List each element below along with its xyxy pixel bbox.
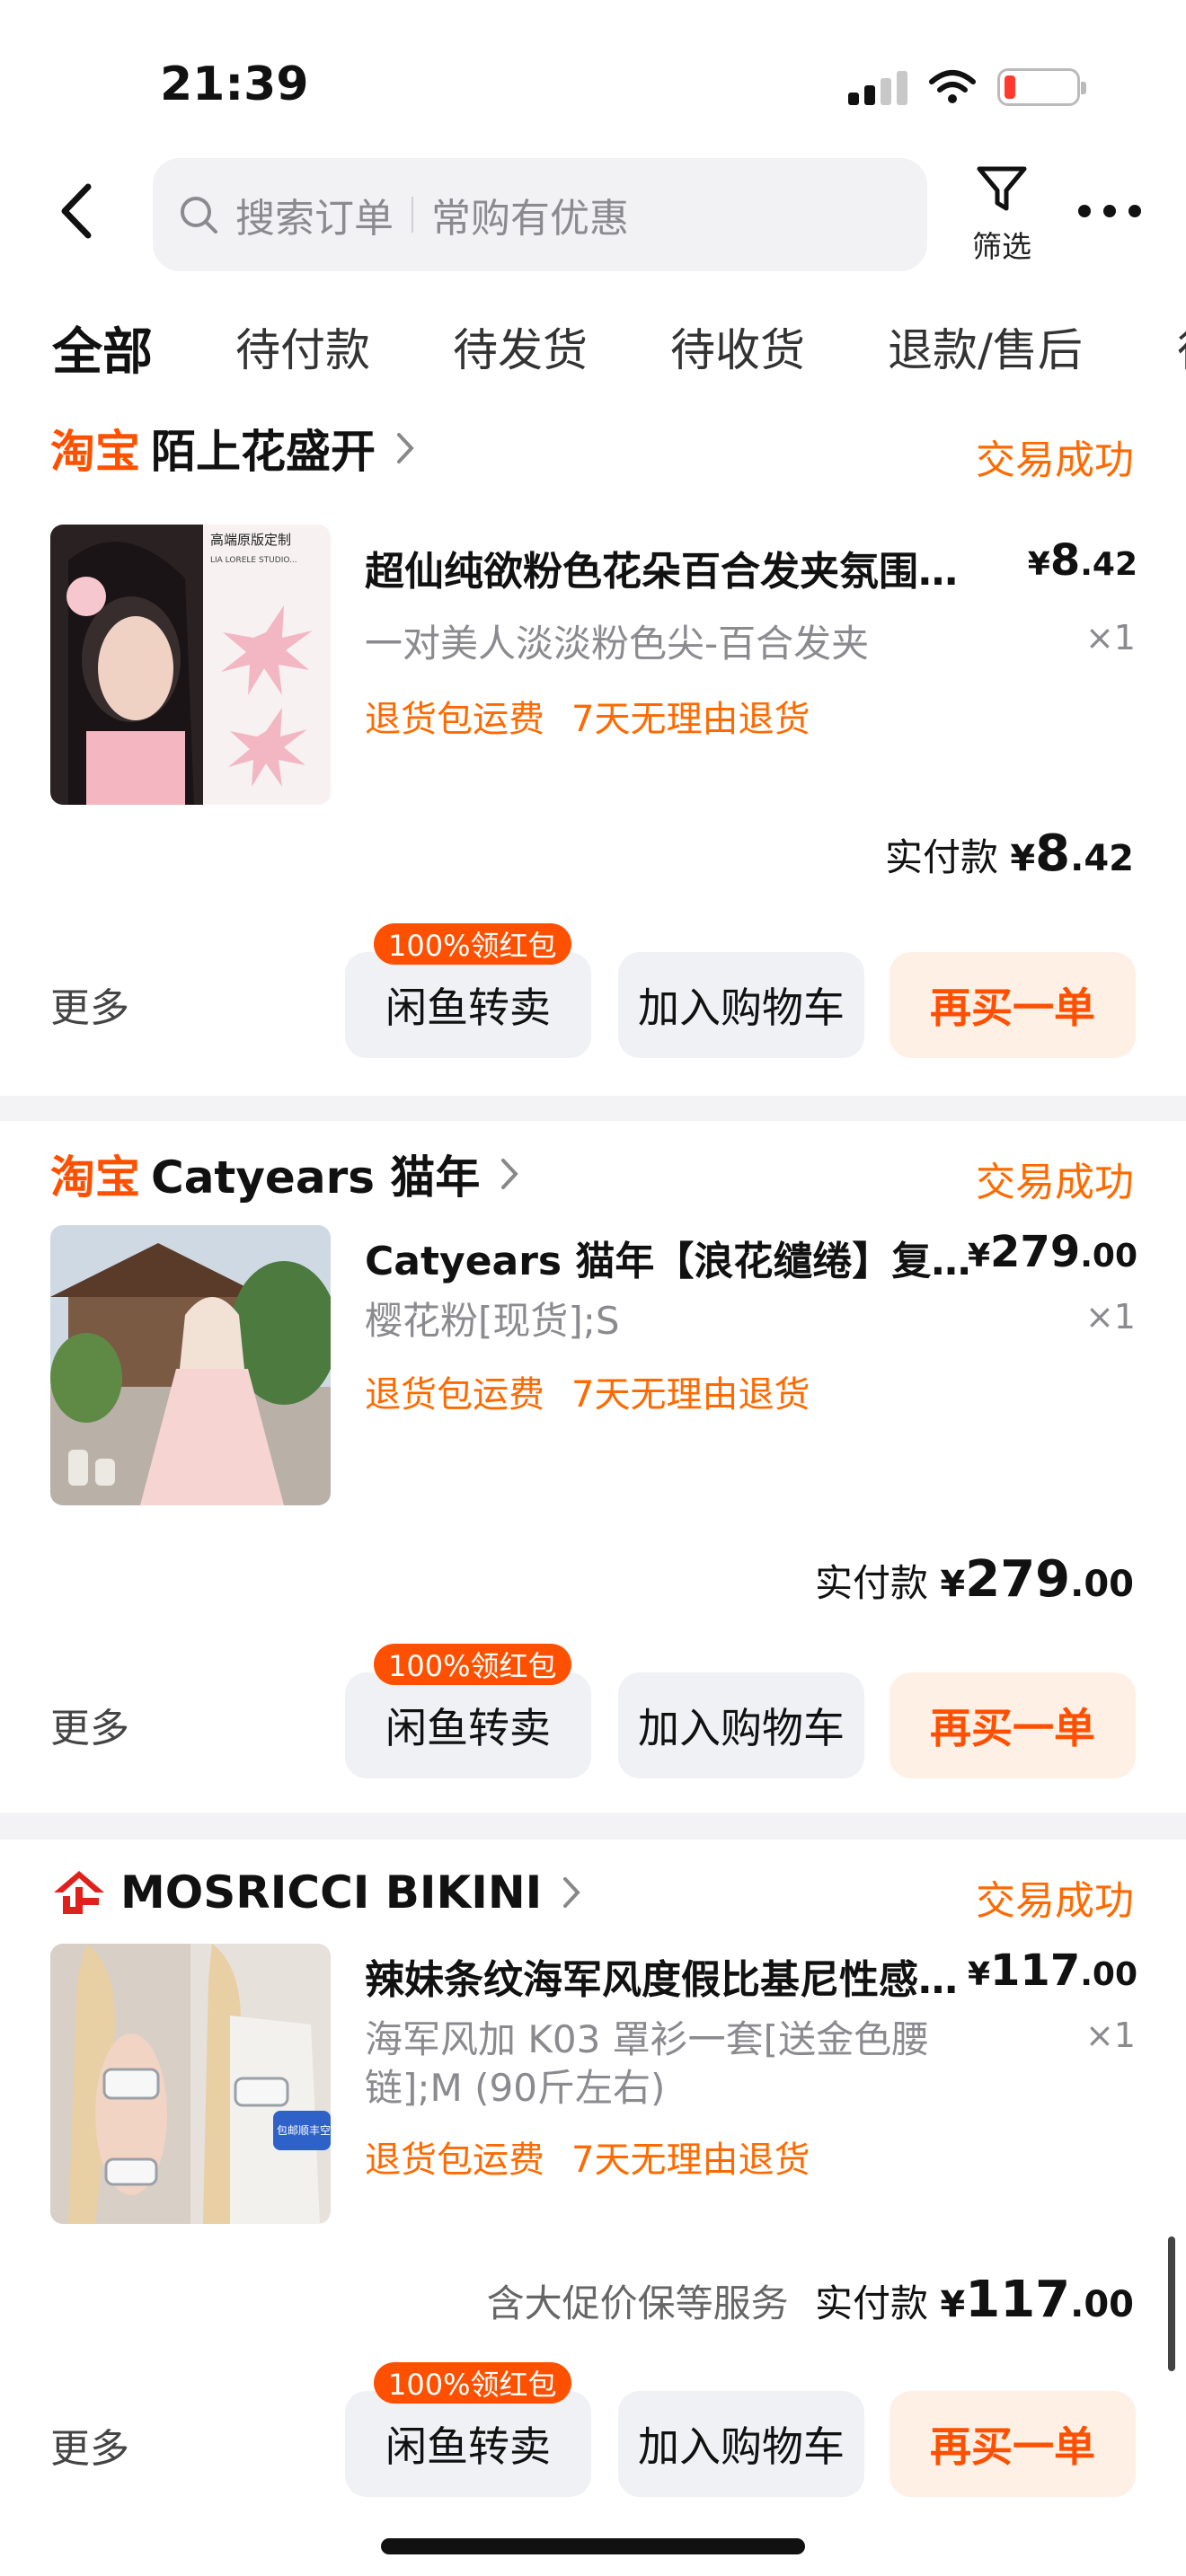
filter-icon [977, 166, 1027, 211]
shop-name: Catyears 猫年 [151, 1151, 481, 1204]
resell-button[interactable]: 闲鱼转卖 [345, 1672, 591, 1778]
search-placeholder: 搜索订单 [235, 196, 394, 242]
status-icons [848, 68, 1086, 106]
tag-free-return: 退货包运费 [365, 1374, 544, 1416]
product-price: ¥279.00 [967, 1227, 1137, 1277]
red-packet-badge: 100%领红包 [374, 1644, 571, 1685]
add-to-cart-button[interactable]: 加入购物车 [618, 952, 864, 1058]
filter-button[interactable]: 筛选 [961, 162, 1042, 266]
product-spec: 樱花粉[现货];S [365, 1299, 620, 1343]
product-thumbnail[interactable]: 包邮顺丰空运 [50, 1944, 331, 2224]
product-title[interactable]: Catyears 猫年【浪花缱绻】复古连衣裙 [365, 1229, 976, 1286]
back-icon[interactable] [54, 180, 99, 243]
paid-amount: 实付款 ¥8.42 [884, 825, 1134, 883]
product-thumbnail[interactable] [50, 1225, 331, 1505]
more-button[interactable]: 更多 [50, 1696, 129, 1753]
tab-pending-shipment[interactable]: 待发货 [453, 314, 588, 379]
resell-button[interactable]: 闲鱼转卖 [345, 2391, 591, 2497]
product-price: ¥117.00 [967, 1945, 1137, 1996]
battery-icon [997, 68, 1086, 106]
more-button[interactable]: 更多 [50, 975, 129, 1033]
shop-header[interactable]: 淘宝 陌上花盛开 [50, 417, 419, 480]
resell-button[interactable]: 闲鱼转卖 [345, 952, 591, 1058]
price-protection-service: 含大促价保等服务 [486, 2281, 789, 2325]
product-thumbnail[interactable]: 高端原版定制 LIA LORELE STUDIO... [50, 525, 331, 805]
tag-7day-return: 7天无理由退货 [571, 699, 810, 740]
wifi-icon [929, 70, 976, 103]
tab-pending-payment[interactable]: 待付款 [235, 314, 370, 379]
order-card: 淘宝 Catyears 猫年 交易成功 Catyears 猫年【浪花缱绻】复古连… [0, 1121, 1186, 1813]
order-card: MOSRICCI BIKINI 交易成功 包邮顺丰空运 辣妹条纹海军风度假比基尼… [0, 1839, 1186, 2576]
order-tabs: 全部 待付款 待发货 待收货 退款/售后 待评价 [52, 314, 1186, 386]
product-title[interactable]: 辣妹条纹海军风度假比基尼性感泳衣 [365, 1947, 976, 2005]
more-button[interactable]: 更多 [50, 2416, 129, 2474]
thumb-text: 包邮顺丰空运 [277, 2124, 331, 2137]
red-packet-badge: 100%领红包 [374, 2362, 571, 2404]
cellular-signal-icon [848, 69, 907, 105]
thumb-subtext: LIA LORELE STUDIO... [210, 556, 297, 565]
service-tags: 退货包运费 7天无理由退货 [365, 2130, 836, 2183]
order-status: 交易成功 [976, 437, 1134, 483]
search-input[interactable]: 搜索订单 常购有优惠 [153, 158, 927, 271]
buy-again-button[interactable]: 再买一单 [890, 2391, 1136, 2497]
tab-pending-review[interactable]: 待评价 [1177, 314, 1186, 379]
product-title[interactable]: 超仙纯欲粉色花朵百合发夹氛围感头饰 [365, 539, 976, 596]
red-packet-badge: 100%领红包 [374, 923, 571, 965]
add-to-cart-button[interactable]: 加入购物车 [618, 1672, 864, 1778]
shop-name: MOSRICCI BIKINI [120, 1866, 543, 1919]
chevron-right-icon [397, 433, 414, 463]
service-tags: 退货包运费 7天无理由退货 [365, 690, 836, 742]
tab-pending-receipt[interactable]: 待收货 [670, 314, 805, 379]
product-spec: 一对美人淡淡粉色尖-百合发夹 [365, 622, 870, 666]
product-quantity: ×1 [1084, 2016, 1136, 2055]
shop-header[interactable]: MOSRICCI BIKINI [50, 1861, 585, 1924]
paid-amount: 含大促价保等服务 实付款 ¥117.00 [486, 2271, 1134, 2329]
buy-again-button[interactable]: 再买一单 [890, 1672, 1136, 1778]
tag-free-return: 退货包运费 [365, 699, 544, 740]
shop-name: 陌上花盛开 [151, 426, 376, 478]
tag-7day-return: 7天无理由退货 [571, 2139, 810, 2181]
order-card: 淘宝 陌上花盛开 交易成功 高端原版定制 LIA LORELE STUDIO..… [0, 404, 1186, 1096]
scrollbar[interactable] [1168, 2236, 1175, 2371]
service-tags: 退货包运费 7天无理由退货 [365, 1365, 836, 1417]
order-status: 交易成功 [976, 1878, 1134, 1924]
tab-all[interactable]: 全部 [52, 314, 153, 384]
shop-header[interactable]: 淘宝 Catyears 猫年 [50, 1142, 523, 1205]
search-icon [181, 197, 217, 234]
tab-refund-aftersale[interactable]: 退款/售后 [888, 314, 1083, 379]
buy-again-button[interactable]: 再买一单 [890, 952, 1136, 1058]
thumb-text: 高端原版定制 [210, 532, 291, 548]
taobao-badge: 淘宝 [50, 426, 140, 478]
product-quantity: ×1 [1084, 1297, 1136, 1337]
tag-7day-return: 7天无理由退货 [571, 1374, 810, 1416]
taobao-badge: 淘宝 [50, 1151, 140, 1204]
tmall-shop-logo-icon [54, 1871, 104, 1914]
search-divider [412, 197, 413, 233]
tag-free-return: 退货包运费 [365, 2139, 544, 2181]
product-quantity: ×1 [1084, 618, 1136, 657]
chevron-right-icon [501, 1159, 519, 1189]
search-hint: 常购有优惠 [431, 196, 629, 242]
add-to-cart-button[interactable]: 加入购物车 [618, 2391, 864, 2497]
status-time: 21:39 [160, 57, 309, 111]
paid-amount: 实付款 ¥279.00 [815, 1550, 1134, 1609]
filter-label: 筛选 [972, 229, 1031, 264]
chevron-right-icon [563, 1877, 581, 1908]
order-status: 交易成功 [976, 1160, 1134, 1205]
product-spec: 海军风加 K03 罩衫一套[送金色腰链];M (90斤左右) [365, 2017, 930, 2110]
product-price: ¥8.42 [1027, 535, 1137, 586]
home-indicator[interactable] [381, 2538, 805, 2554]
more-options-icon[interactable] [1078, 205, 1141, 217]
